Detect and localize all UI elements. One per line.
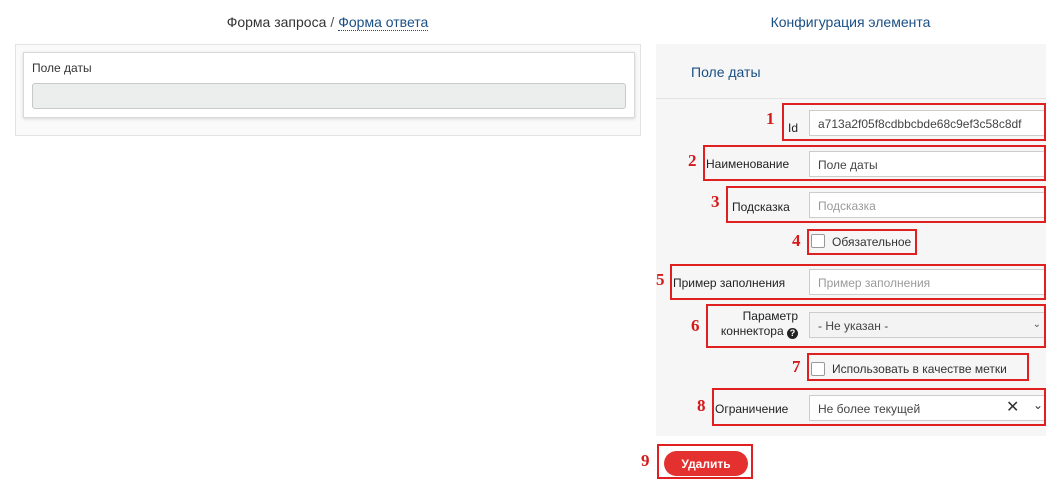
response-form-link[interactable]: Форма ответа: [338, 14, 429, 31]
annotation-number-4: 4: [792, 231, 801, 250]
config-title: Поле даты: [691, 64, 761, 80]
annotation-box-3: [726, 186, 1046, 223]
annotation-box-6: [706, 304, 1046, 348]
annotation-box-8: [712, 388, 1046, 426]
annotation-number-6: 6: [691, 316, 700, 335]
divider: [656, 98, 1046, 99]
separator: /: [330, 14, 335, 30]
annotation-number-1: 1: [766, 109, 775, 128]
annotation-box-2: [703, 145, 1046, 181]
config-header: Конфигурация элемента: [770, 14, 931, 30]
form-preview-panel: Поле даты: [15, 44, 641, 136]
annotation-number-2: 2: [688, 151, 697, 170]
annotation-box-7: [807, 353, 1029, 381]
annotation-box-4: [807, 229, 917, 255]
annotation-number-9: 9: [641, 451, 650, 470]
annotation-box-1: [782, 103, 1046, 141]
annotation-number-7: 7: [792, 357, 801, 376]
request-form-tab[interactable]: Форма запроса: [227, 14, 327, 30]
date-field-card[interactable]: Поле даты: [23, 52, 635, 118]
form-switcher: Форма запроса / Форма ответа: [0, 0, 655, 44]
annotation-box-5: [670, 264, 1046, 300]
date-field-label: Поле даты: [32, 61, 92, 75]
annotation-number-5: 5: [656, 270, 665, 289]
annotation-number-3: 3: [711, 192, 720, 211]
annotation-box-9: [657, 444, 753, 479]
date-field-input[interactable]: [32, 83, 626, 109]
annotation-number-8: 8: [697, 396, 706, 415]
